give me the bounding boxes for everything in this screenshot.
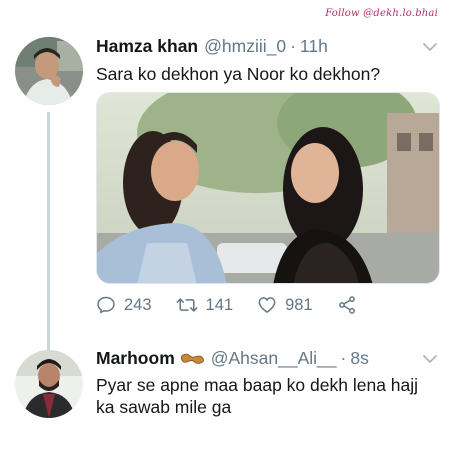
retweet-action[interactable]: 141 — [176, 295, 234, 315]
tweet-header: Hamza khan @hmziii_0 · 11h — [96, 36, 420, 57]
tweet[interactable]: Marhoom @Ahsan__Ali__ · 8s Pyar se apne … — [0, 340, 450, 450]
timestamp[interactable]: 8s — [350, 348, 368, 369]
reply-action[interactable]: 243 — [96, 295, 152, 315]
avatar[interactable] — [15, 37, 83, 105]
tweet-photo[interactable] — [96, 92, 440, 284]
reply-icon — [97, 296, 115, 314]
retweet-count: 141 — [205, 295, 234, 314]
reply-count: 243 — [124, 295, 152, 314]
share-icon — [338, 296, 355, 314]
peanut-icon — [180, 353, 204, 364]
user-handle[interactable]: @hmziii_0 — [204, 36, 286, 57]
timestamp[interactable]: 11h — [300, 36, 328, 57]
avatar[interactable] — [15, 350, 83, 418]
tweet-text: Pyar se apne maa baap ko dekh lena hajj … — [96, 375, 419, 417]
thread-line — [47, 112, 50, 352]
tweet-text: Sara ko dekhon ya Noor ko dekhon? — [96, 64, 381, 84]
like-count: 981 — [285, 295, 313, 314]
tweet-actions: 243 141 981 — [96, 295, 389, 315]
chevron-down-icon[interactable] — [422, 42, 438, 52]
share-action[interactable] — [337, 295, 365, 315]
retweet-icon — [176, 298, 198, 312]
separator-dot: · — [340, 348, 347, 368]
user-handle[interactable]: @Ahsan__Ali__ — [211, 348, 337, 369]
heart-icon — [258, 297, 276, 313]
watermark-text: Follow @dekh.lo.bhai — [325, 8, 438, 19]
tweet-header: Marhoom @Ahsan__Ali__ · 8s — [96, 348, 420, 369]
display-name[interactable]: Marhoom — [96, 348, 175, 369]
tweet[interactable]: Hamza khan @hmziii_0 · 11h Sara ko dekho… — [0, 30, 450, 352]
separator-dot: · — [290, 36, 296, 56]
display-name[interactable]: Hamza khan — [96, 36, 198, 57]
like-action[interactable]: 981 — [257, 295, 313, 315]
chevron-down-icon[interactable] — [422, 354, 438, 364]
